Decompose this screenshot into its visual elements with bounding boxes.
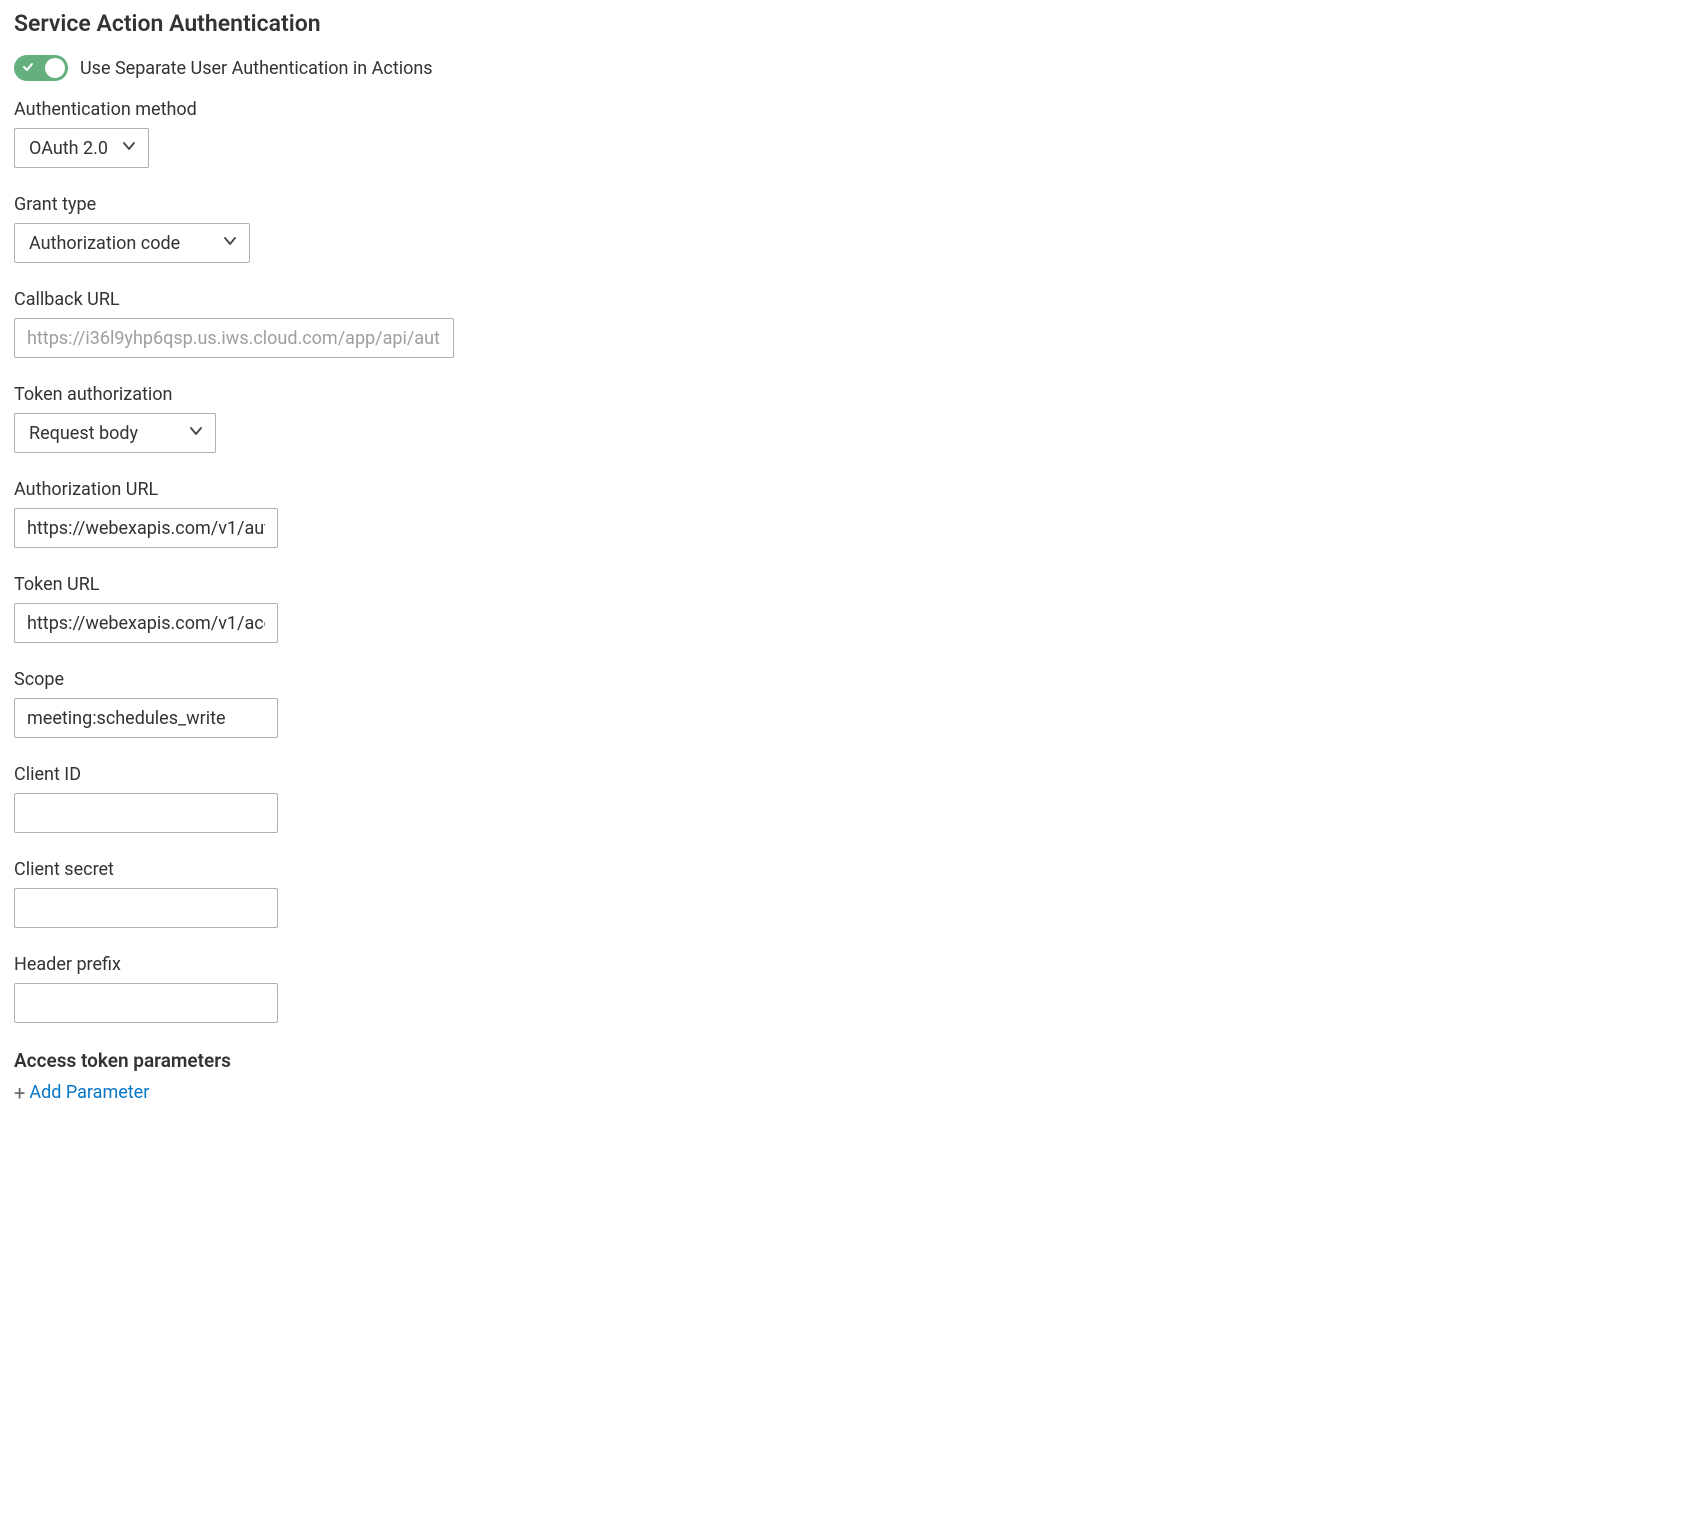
auth-url-label: Authorization URL — [14, 479, 1680, 500]
grant-type-select[interactable]: Authorization code — [14, 223, 250, 263]
auth-method-value: OAuth 2.0 — [29, 138, 108, 159]
scope-input[interactable] — [14, 698, 278, 738]
add-parameter-button[interactable]: + Add Parameter — [14, 1082, 1680, 1103]
token-auth-field: Token authorization Request body — [14, 384, 1680, 453]
callback-url-input[interactable] — [14, 318, 454, 358]
toggle-label: Use Separate User Authentication in Acti… — [80, 58, 433, 79]
token-auth-select[interactable]: Request body — [14, 413, 216, 453]
auth-method-field: Authentication method OAuth 2.0 — [14, 99, 1680, 168]
grant-type-value: Authorization code — [29, 233, 180, 254]
token-url-field: Token URL — [14, 574, 1680, 643]
callback-url-label: Callback URL — [14, 289, 1680, 310]
auth-method-label: Authentication method — [14, 99, 1680, 120]
auth-method-select[interactable]: OAuth 2.0 — [14, 128, 149, 168]
callback-url-field: Callback URL — [14, 289, 1680, 358]
plus-icon: + — [14, 1083, 25, 1103]
token-auth-value: Request body — [29, 423, 138, 444]
header-prefix-field: Header prefix — [14, 954, 1680, 1023]
scope-field: Scope — [14, 669, 1680, 738]
toggle-row: Use Separate User Authentication in Acti… — [14, 55, 1680, 81]
header-prefix-input[interactable] — [14, 983, 278, 1023]
token-auth-label: Token authorization — [14, 384, 1680, 405]
client-secret-field: Client secret — [14, 859, 1680, 928]
token-url-label: Token URL — [14, 574, 1680, 595]
section-title: Service Action Authentication — [14, 10, 1680, 37]
client-id-label: Client ID — [14, 764, 1680, 785]
client-secret-label: Client secret — [14, 859, 1680, 880]
auth-url-field: Authorization URL — [14, 479, 1680, 548]
access-token-params-title: Access token parameters — [14, 1049, 1680, 1072]
client-secret-input[interactable] — [14, 888, 278, 928]
auth-url-input[interactable] — [14, 508, 278, 548]
scope-label: Scope — [14, 669, 1680, 690]
check-icon — [22, 61, 34, 75]
toggle-knob — [45, 58, 65, 78]
grant-type-field: Grant type Authorization code — [14, 194, 1680, 263]
client-id-field: Client ID — [14, 764, 1680, 833]
token-url-input[interactable] — [14, 603, 278, 643]
use-separate-auth-toggle[interactable] — [14, 55, 68, 81]
add-parameter-label: Add Parameter — [29, 1082, 149, 1103]
client-id-input[interactable] — [14, 793, 278, 833]
grant-type-label: Grant type — [14, 194, 1680, 215]
header-prefix-label: Header prefix — [14, 954, 1680, 975]
